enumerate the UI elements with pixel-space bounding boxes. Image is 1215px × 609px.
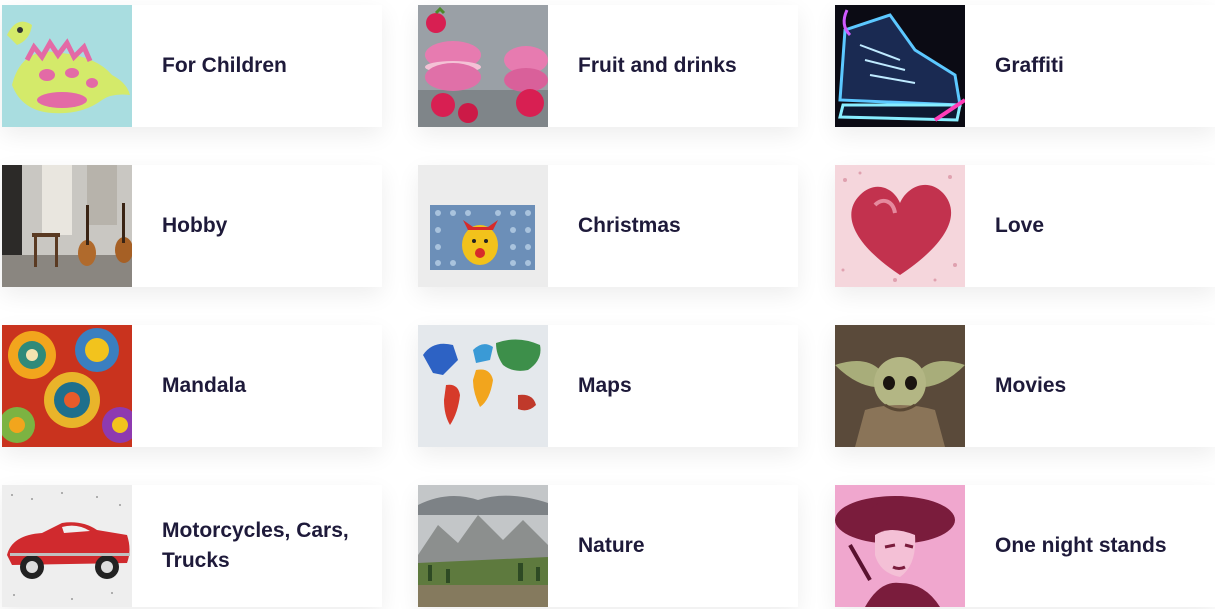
category-label: Motorcycles, Cars, Trucks — [162, 519, 349, 572]
category-label: For Children — [162, 54, 287, 77]
category-label: Hobby — [162, 214, 228, 237]
category-card-graffiti[interactable]: Graffiti — [835, 5, 1215, 127]
category-card-one-night-stands[interactable]: One night stands — [835, 485, 1215, 607]
category-card-fruit-and-drinks[interactable]: Fruit and drinks — [418, 5, 798, 127]
macarons-image — [418, 5, 548, 127]
heart-image — [835, 165, 965, 287]
mountains-image — [418, 485, 548, 607]
category-label: Fruit and drinks — [578, 54, 737, 77]
category-card-motorcycles-cars-trucks[interactable]: Motorcycles, Cars, Trucks — [2, 485, 382, 607]
category-card-movies[interactable]: Movies — [835, 325, 1215, 447]
guitars-room-image — [2, 165, 132, 287]
category-card-mandala[interactable]: Mandala — [2, 325, 382, 447]
category-card-maps[interactable]: Maps — [418, 325, 798, 447]
world-map-image — [418, 325, 548, 447]
neon-sneaker-image — [835, 5, 965, 127]
category-label: One night stands — [995, 534, 1167, 557]
category-label: Movies — [995, 374, 1067, 397]
category-card-for-children[interactable]: For Children — [2, 5, 382, 127]
dinosaur-image — [2, 5, 132, 127]
category-card-christmas[interactable]: Christmas — [418, 165, 798, 287]
category-label: Christmas — [578, 214, 681, 237]
mandala-image — [2, 325, 132, 447]
baby-yoda-image — [835, 325, 965, 447]
category-card-nature[interactable]: Nature — [418, 485, 798, 607]
woman-hat-image — [835, 485, 965, 607]
category-label: Nature — [578, 534, 645, 557]
category-label: Graffiti — [995, 54, 1064, 77]
category-label: Mandala — [162, 374, 247, 397]
category-card-love[interactable]: Love — [835, 165, 1215, 287]
category-label: Maps — [578, 374, 632, 397]
reindeer-canvas-image — [418, 165, 548, 287]
category-card-hobby[interactable]: Hobby — [2, 165, 382, 287]
category-label: Love — [995, 214, 1045, 237]
category-grid: For Children Fruit and drinks Graffiti H… — [0, 0, 1215, 609]
red-car-image — [2, 485, 132, 607]
